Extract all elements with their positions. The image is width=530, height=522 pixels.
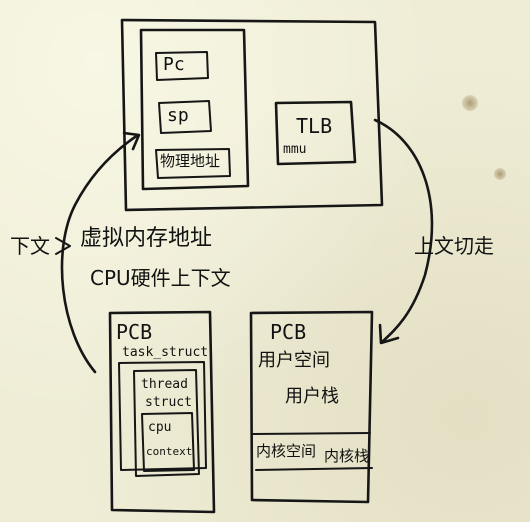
cpu-context-label-line1: cpu: [148, 420, 172, 435]
task-struct-label: task_struct: [122, 345, 209, 360]
switch-arrow: [373, 118, 434, 344]
kernel-divider: [251, 432, 371, 435]
register-phys-label: 物理地址: [160, 152, 221, 170]
cpu-box-outline: [120, 18, 384, 212]
whiteboard-photo: Pc sp 物理地址 TLB mmu 下文 虚拟内存地址 CPU硬件上下文 上文…: [0, 0, 530, 522]
stain-right: [494, 168, 506, 180]
thread-struct-label-line2: struct: [145, 395, 192, 410]
cpu-context-label-line2: context: [146, 445, 193, 458]
left-annotation-line1: 虚拟内存地址: [80, 226, 213, 251]
thread-struct-label-line1: thread: [141, 377, 188, 392]
stain-top-right: [462, 95, 478, 111]
kernel-space-label: 内核空间: [256, 442, 317, 460]
user-stack-label: 用户栈: [285, 386, 339, 407]
kernel-stack-underline: [255, 467, 373, 471]
pcb-right-title: PCB: [270, 320, 307, 344]
left-annotation-line2: CPU硬件上下文: [90, 266, 231, 290]
left-side-label: 下文: [10, 234, 50, 258]
kernel-stack-label: 内核栈: [324, 447, 370, 465]
mmu-label: mmu: [283, 142, 307, 157]
register-pc-label: Pc: [163, 54, 185, 75]
register-sp-label: sp: [167, 105, 189, 126]
right-annotation-label: 上文切走: [414, 234, 494, 258]
pcb-left-title: PCB: [116, 320, 153, 344]
user-space-label: 用户空间: [258, 350, 330, 371]
tlb-label: TLB: [296, 114, 333, 138]
